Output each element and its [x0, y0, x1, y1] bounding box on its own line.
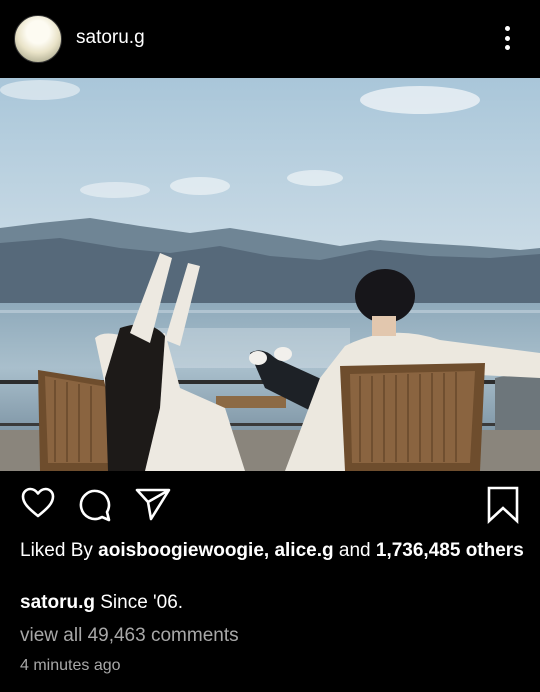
- caption-text: Since '06.: [100, 592, 184, 613]
- send-paper-plane-icon[interactable]: [134, 486, 172, 522]
- liked-by-user-2[interactable]: alice.g: [274, 540, 333, 561]
- post-caption: satoru.g Since '06.: [20, 592, 183, 614]
- likes-summary: Liked By aoisboogiewoogie, alice.g and 1…: [20, 538, 525, 563]
- likes-prefix: Liked By: [20, 540, 93, 561]
- post-photo[interactable]: [0, 78, 540, 471]
- comment-bubble-icon[interactable]: [76, 486, 114, 524]
- post-username[interactable]: satoru.g: [76, 27, 145, 49]
- bookmark-outline-icon[interactable]: [487, 486, 519, 524]
- liked-by-user-1[interactable]: aoisboogiewoogie,: [98, 540, 269, 561]
- likes-others[interactable]: others: [466, 540, 524, 561]
- caption-username[interactable]: satoru.g: [20, 592, 95, 613]
- avatar[interactable]: [14, 15, 62, 63]
- post-header: satoru.g: [0, 0, 540, 78]
- post-actions: [0, 486, 540, 526]
- post-timestamp: 4 minutes ago: [20, 657, 121, 674]
- likes-count[interactable]: 1,736,485: [376, 540, 461, 561]
- likes-and: and: [338, 540, 371, 561]
- heart-outline-icon[interactable]: [20, 486, 56, 520]
- more-options-icon[interactable]: [497, 24, 517, 52]
- view-comments-link[interactable]: view all 49,463 comments: [20, 625, 239, 647]
